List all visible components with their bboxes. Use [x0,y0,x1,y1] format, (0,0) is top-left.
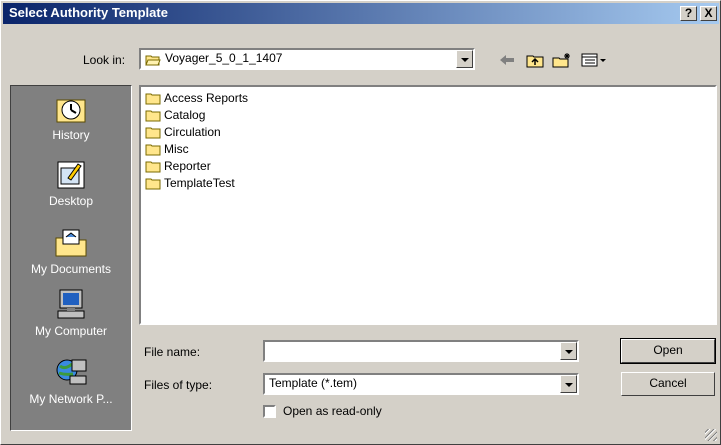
my-computer-icon [57,289,85,319]
dialog-window: Select Authority Template ? X Look in: V… [0,0,721,445]
resize-grip[interactable] [705,429,717,441]
file-name-dropdown-arrow[interactable] [560,342,577,360]
file-name: Circulation [164,125,221,139]
title-bar[interactable]: Select Authority Template ? X [3,3,719,24]
folder-icon [145,110,161,121]
files-of-type-select[interactable]: Template (*.tem) [263,373,579,395]
file-name: Catalog [164,108,206,122]
file-name-label: File name: [144,345,201,359]
list-item[interactable]: Circulation [145,124,221,140]
place-label: Desktop [48,194,94,208]
place-label: History [52,128,90,142]
look-in-dropdown-arrow[interactable] [456,50,473,68]
my-network-icon [56,359,87,385]
read-only-label[interactable]: Open as read-only [283,404,382,418]
file-name: Misc [164,142,189,156]
look-in-label: Look in: [83,53,126,67]
file-list[interactable]: Access Reports Catalog Circulation Misc … [139,85,717,325]
list-item[interactable]: Access Reports [145,90,248,106]
place-label: My Network P... [29,392,113,406]
place-label: My Documents [30,262,112,276]
open-folder-icon [145,55,161,66]
folder-icon [145,93,161,104]
read-only-checkbox[interactable] [263,405,276,418]
places-bar: History Desktop My Documents My Computer… [10,85,132,431]
list-item[interactable]: Catalog [145,107,205,123]
files-of-type-dropdown-arrow[interactable] [560,375,577,393]
files-of-type-value: Template (*.tem) [269,376,358,390]
files-of-type-label: Files of type: [144,378,213,392]
folder-icon [145,127,161,138]
up-folder-icon[interactable] [526,52,544,68]
window-title: Select Authority Template [9,5,168,20]
folder-icon [145,144,161,155]
close-button[interactable]: X [700,6,717,21]
folder-icon [145,161,161,172]
file-name: TemplateTest [164,176,235,190]
place-my-documents[interactable]: My Documents [11,226,131,276]
place-my-network[interactable]: My Network P... [11,356,131,406]
place-my-computer[interactable]: My Computer [11,288,131,338]
file-name-input[interactable] [263,340,579,362]
look-in-value: Voyager_5_0_1_1407 [165,51,283,65]
open-button[interactable]: Open [620,338,716,364]
list-item[interactable]: Reporter [145,158,211,174]
help-button[interactable]: ? [680,6,697,21]
place-history[interactable]: History [11,92,131,142]
list-item[interactable]: Misc [145,141,189,157]
new-folder-icon[interactable] [552,52,572,68]
cancel-button[interactable]: Cancel [621,372,715,396]
file-name: Access Reports [164,91,249,105]
desktop-icon [57,161,85,189]
place-label: My Computer [34,324,108,338]
list-item[interactable]: TemplateTest [145,175,235,191]
file-name: Reporter [164,159,211,173]
look-in-combo[interactable]: Voyager_5_0_1_1407 [139,48,475,70]
folder-icon [145,178,161,189]
my-documents-icon [55,229,87,257]
back-arrow-icon[interactable] [498,52,516,68]
view-menu-icon[interactable] [581,52,609,68]
place-desktop[interactable]: Desktop [11,158,131,208]
history-icon [56,99,86,123]
